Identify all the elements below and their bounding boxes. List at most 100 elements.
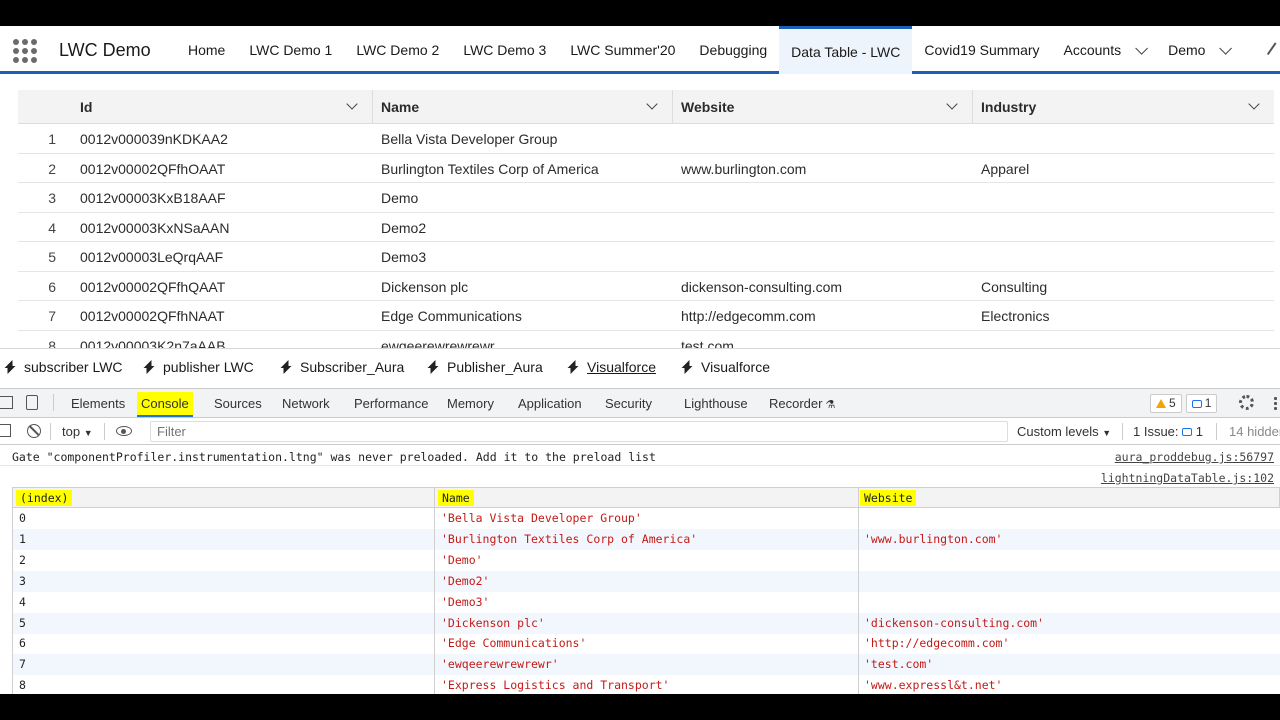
nav-item-label: Home [188,42,226,58]
console-filter-input[interactable] [150,421,1008,442]
utility-item-label: Visualforce [701,359,771,375]
utility-item[interactable]: publisher LWC [143,359,254,375]
cell-name: ewqeerewrewrewr [381,337,495,349]
issues-button[interactable]: 1 Issue: 1 [1133,424,1203,439]
edit-nav-icon[interactable] [1266,42,1280,60]
app-name: LWC Demo [59,40,151,60]
utility-item[interactable]: Publisher_Aura [427,359,543,375]
table-row[interactable]: 6 0012v00002QFfhQAAT Dickenson plc dickenso… [18,272,1274,301]
table-row[interactable]: 8 0012v00003K2n7aAAB ewqeerewrewrewr test.c… [18,331,1274,349]
nav-item-demo[interactable]: Demo [1156,26,1240,74]
console-cell-index: 1 [19,531,26,546]
chevron-down-icon[interactable] [946,98,958,110]
chevron-down-icon[interactable] [1248,98,1260,110]
devtools-tab-recorder[interactable]: Recorder ⚗ [769,396,835,411]
nav-item-lwc-summer-20[interactable]: LWC Summer'20 [558,26,687,74]
more-options-icon[interactable] [1274,396,1277,410]
devtools-tab-sources[interactable]: Sources [214,396,262,411]
sidebar-toggle-icon[interactable] [0,424,11,437]
devtools-tab-label: Memory [447,396,494,411]
nav-item-lwc-demo-1[interactable]: LWC Demo 1 [237,26,344,74]
nav-item-label: LWC Demo 2 [356,42,440,58]
log-levels-dropdown[interactable]: Custom levels ▼ [1017,424,1111,439]
cell-name: Dickenson plc [381,278,469,295]
nav-item-data-table-lwc[interactable]: Data Table - LWC [779,26,913,74]
nav-item-label: LWC Summer'20 [570,42,676,58]
lightning-bolt-icon [567,360,577,374]
device-toolbar-icon[interactable] [26,395,38,410]
console-table-row: 6 'Edge Communications' 'http://edgecomm.c… [12,633,1280,655]
devtools-tab-memory[interactable]: Memory [447,396,494,411]
console-cell-website: 'www.expressl&t.net' [864,678,1003,693]
utility-item[interactable]: subscriber LWC [4,359,123,375]
chevron-down-icon[interactable] [346,98,358,110]
devtools-tab-lighthouse[interactable]: Lighthouse [684,396,748,411]
nav-item-debugging[interactable]: Debugging [687,26,779,74]
table-row[interactable]: 1 0012v000039nKDKAA2 Bella Vista Developer… [18,124,1274,154]
console-table-header-website[interactable]: Website [860,490,917,506]
console-table-row: 8 'Express Logistics and Transport' 'www.e… [12,675,1280,694]
cell-name: Burlington Textiles Corp of America [381,160,599,177]
source-link[interactable]: aura_proddebug.js:56797 [1115,450,1274,464]
nav-item-home[interactable]: Home [176,26,237,74]
table-row[interactable]: 7 0012v00002QFfhNAAT Edge Communications ht… [18,301,1274,331]
console-table-header-name[interactable]: Name [438,490,474,506]
nav-item-accounts[interactable]: Accounts [1052,26,1157,74]
devtools-tab-elements[interactable]: Elements [71,396,125,411]
context-selector[interactable]: top ▼ [62,424,93,439]
table-row[interactable]: 5 0012v00003LeQrqAAF Demo3 [18,242,1274,272]
messages-count: 1 [1204,396,1212,410]
table-row[interactable]: 4 0012v00003KxNSaAAN Demo2 [18,213,1274,242]
column-label: Id [80,99,93,115]
utility-item[interactable]: Visualforce [681,359,770,375]
cell-website: dickenson-consulting.com [681,278,843,295]
utility-item[interactable]: Subscriber_Aura [280,359,404,375]
devtools-tab-application[interactable]: Application [518,396,582,411]
devtools-tab-security[interactable]: Security [605,396,652,411]
source-link[interactable]: lightningDataTable.js:102 [1101,471,1274,485]
live-expression-eye-icon[interactable] [116,426,132,436]
clear-console-icon[interactable] [27,424,41,438]
cell-industry: Apparel [981,160,1030,177]
chevron-down-icon[interactable] [1135,41,1149,55]
chevron-down-icon[interactable] [646,98,658,110]
inspect-element-icon[interactable] [0,396,13,409]
cell-id: 0012v00002QFfhQAAT [80,278,226,295]
chevron-down-icon[interactable] [1219,41,1233,55]
experiment-flask-icon: ⚗ [822,399,836,411]
lightning-bolt-icon [280,360,290,374]
console-table-row: 0 'Bella Vista Developer Group' [12,508,1280,529]
console-cell-name: 'Burlington Textiles Corp of America' [441,531,698,546]
console-cell-index: 0 [19,511,26,525]
devtools-tab-label: Recorder [769,396,823,411]
nav-item-lwc-demo-2[interactable]: LWC Demo 2 [344,26,451,74]
devtools-tab-console[interactable]: Console [137,392,193,417]
cell-name: Demo3 [381,249,427,265]
console-table-row: 7 'ewqeerewrewrewr' 'test.com' [12,654,1280,676]
column-header-name[interactable]: Name [373,90,673,124]
utility-bar: subscriber LWC publisher LWC Subscriber_Au… [0,348,1280,388]
nav-item-covid19-summary[interactable]: Covid19 Summary [912,26,1051,74]
column-header-industry[interactable]: Industry [973,90,1274,124]
column-header-id[interactable]: Id [72,90,373,124]
devtools-tab-bar: Elements Console Sources Network Performance… [0,389,1280,418]
app-launcher-icon[interactable] [13,39,37,63]
data-table: Id Name Website Industry 1 0012v000039nKD… [18,90,1274,348]
messages-badge[interactable]: 1 [1185,394,1218,413]
column-header-website[interactable]: Website [673,90,973,124]
settings-gear-icon[interactable] [1239,395,1254,410]
nav-item-lwc-demo-3[interactable]: LWC Demo 3 [451,26,558,74]
table-row[interactable]: 3 0012v00003KxB18AAF Demo [18,183,1274,213]
devtools-tab-label: Elements [71,396,126,411]
console-table-row: 2 'Demo' [12,549,1280,571]
warnings-badge[interactable]: 5 [1150,394,1182,413]
table-row[interactable]: 2 0012v00002QFfhOAAT Burlington Textiles C… [18,154,1274,183]
issues-count: 1 [1195,424,1204,439]
devtools-tab-performance[interactable]: Performance [354,396,428,411]
console-table-header-index[interactable]: (index) [16,490,73,506]
devtools-tab-network[interactable]: Network [282,396,330,411]
console-cell-name: 'Demo' [441,552,483,567]
nav-item-label: LWC Demo 3 [463,42,547,58]
cell-name: Demo2 [381,219,427,236]
utility-item[interactable]: Visualforce [567,359,656,375]
